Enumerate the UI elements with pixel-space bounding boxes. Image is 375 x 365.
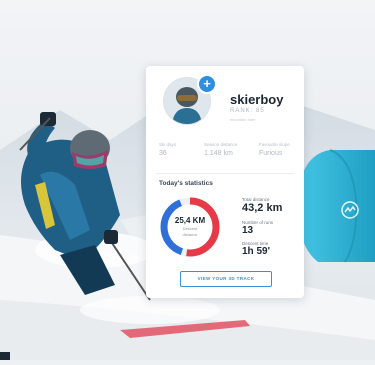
avatar[interactable]: + xyxy=(163,74,217,125)
view-3d-track-button[interactable]: VIEW YOUR 3D TRACK xyxy=(180,271,272,287)
donut-label-2: distance xyxy=(182,232,198,237)
stat-label: Favourite slope xyxy=(259,142,290,147)
stat-season-distance: Season distance 1.148 km xyxy=(204,142,237,157)
profile-card: + skierboy RANK: 85 mountain rider Ski d… xyxy=(146,66,304,298)
runs-value: 13 xyxy=(242,225,254,236)
summary-stats: Ski days 36 Season distance 1.148 km Fav… xyxy=(159,142,297,168)
section-title: Today's statistics xyxy=(159,180,213,187)
divider xyxy=(156,173,294,174)
stat-label: Ski days xyxy=(159,142,177,147)
donut-center: 25,4 KM Descent distance xyxy=(157,216,223,237)
donut-label-1: Descent xyxy=(182,226,198,231)
stat-ski-days: Ski days 36 xyxy=(159,142,176,157)
donut-value: 25,4 KM xyxy=(174,216,206,225)
stat-label: Season distance xyxy=(204,142,238,147)
stat-value: Furious xyxy=(259,150,283,157)
number-of-runs: Number of runs 13 xyxy=(242,220,273,236)
total-distance: Total distance 43,2 km xyxy=(242,197,282,214)
stat-value: 1.148 km xyxy=(204,150,233,157)
wave-logo-icon xyxy=(341,201,359,219)
profile-subtitle: mountain rider xyxy=(230,117,256,122)
username: skierboy xyxy=(230,92,284,107)
total-distance-value: 43,2 km xyxy=(242,202,283,214)
wristband xyxy=(297,149,375,263)
stat-favourite-slope: Favourite slope Furious xyxy=(259,142,290,157)
plus-icon[interactable]: + xyxy=(197,74,217,94)
stat-value: 36 xyxy=(159,150,167,157)
descent-time: Descent time 1h 59' xyxy=(242,241,270,257)
rank-label: RANK: 85 xyxy=(230,108,265,114)
descent-time-value: 1h 59' xyxy=(242,246,270,257)
